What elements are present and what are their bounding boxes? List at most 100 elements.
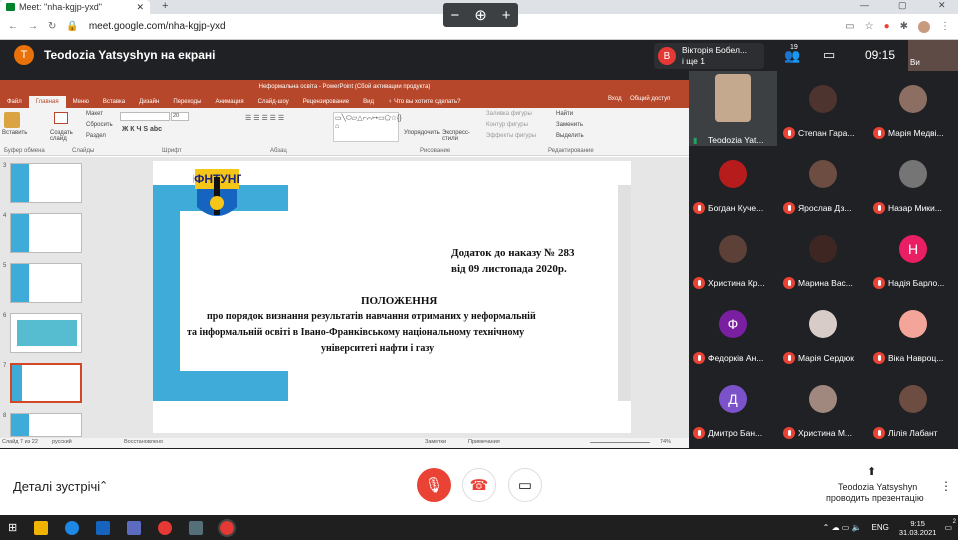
zoom-slider[interactable] — [590, 442, 650, 443]
find-button[interactable]: Найти — [556, 111, 573, 117]
edge-icon[interactable] — [65, 520, 80, 535]
participant-tile[interactable]: Лілія Лабант — [869, 371, 957, 445]
browser-tab[interactable]: Meet: "nha-kgjp-yxd" ✕ — [0, 0, 150, 14]
participant-tile[interactable]: Марина Вас... — [779, 221, 867, 295]
shape-effects-button[interactable]: Эффекты фигуры — [486, 133, 536, 139]
camera-toggle-button[interactable]: ▭ — [508, 468, 542, 502]
reload-icon[interactable]: ↻ — [48, 21, 56, 32]
participant-tile[interactable]: Богдан Куче... — [689, 146, 777, 220]
chat-icon[interactable]: ▭ — [823, 47, 835, 63]
participant-tile[interactable]: Ф Федорків Ан... — [689, 296, 777, 370]
url-field[interactable]: meet.google.com/nha-kgjp-yxd — [89, 21, 226, 32]
ppt-tab[interactable]: Файл — [0, 96, 29, 108]
ppt-share[interactable]: Общий доступ — [630, 96, 670, 102]
language[interactable]: русский — [52, 439, 72, 445]
close-window-icon[interactable]: ✕ — [938, 0, 946, 11]
back-icon[interactable]: ← — [8, 21, 18, 32]
new-tab-icon[interactable]: + — [162, 0, 168, 12]
speaker-chip[interactable]: В Вікторія Бобел... і ще 1 — [654, 43, 764, 69]
ppt-tab[interactable]: ♀ Что вы хотите сделать? — [381, 96, 468, 108]
bold-button[interactable]: Ж К Ч S abc — [122, 126, 162, 133]
shape-fill-button[interactable]: Заливка фигуры — [486, 111, 532, 117]
participant-tile[interactable]: Марія Сердюк — [779, 296, 867, 370]
ppt-tab[interactable]: Переходы — [166, 96, 208, 108]
extension-icon[interactable]: ● — [884, 21, 890, 32]
participant-tile[interactable]: Марія Медві... — [869, 71, 957, 145]
participant-tile[interactable]: Христина М... — [779, 371, 867, 445]
self-view-tile[interactable]: Ви — [908, 40, 958, 71]
ppt-tab[interactable]: Вставка — [96, 96, 132, 108]
minimize-icon[interactable]: — — [860, 0, 869, 10]
chrome-icon[interactable] — [158, 520, 173, 535]
ppt-tab[interactable]: Дизайн — [132, 96, 166, 108]
participant-tile[interactable]: Д Дмитро Бан... — [689, 371, 777, 445]
app-icon[interactable] — [189, 520, 204, 535]
participant-tile[interactable]: Христина Кр... — [689, 221, 777, 295]
menu-icon[interactable]: ⋮ — [940, 21, 950, 32]
more-options-icon[interactable]: ⋮ — [940, 479, 952, 493]
mic-toggle-button[interactable]: 🎙 — [417, 468, 451, 502]
quick-styles-button[interactable]: Экспресс-стили — [442, 130, 472, 142]
profile-avatar[interactable] — [918, 20, 930, 33]
mail-icon[interactable] — [96, 520, 111, 535]
select-button[interactable]: Выделить — [556, 133, 584, 139]
ppt-tab[interactable]: Рецензирование — [296, 96, 356, 108]
notes-button[interactable]: Заметки — [425, 439, 446, 445]
ppt-tab[interactable]: Главная — [28, 96, 66, 108]
ppt-tab[interactable]: Слайд-шоу — [251, 96, 296, 108]
paragraph-buttons[interactable]: ☰ ☰ ☰ ☰ ☰ — [245, 114, 284, 122]
paste-icon[interactable] — [4, 112, 20, 128]
start-icon[interactable]: ⊞ — [8, 521, 17, 534]
chevron-up-icon[interactable]: ⌃ — [99, 479, 108, 492]
star-icon[interactable]: ☆ — [865, 21, 874, 32]
participant-tile[interactable]: Назар Мики... — [869, 146, 957, 220]
reset-button[interactable]: Сбросить — [86, 122, 113, 128]
ppt-signin[interactable]: Вход — [608, 96, 622, 102]
slide-thumbnail-active[interactable] — [10, 363, 82, 403]
meeting-details-button[interactable]: Деталі зустрічі — [13, 479, 100, 494]
slide-thumbnail[interactable] — [10, 263, 82, 303]
tab-close-icon[interactable]: ✕ — [136, 2, 144, 13]
slide-thumbnail[interactable] — [10, 163, 82, 203]
zoom-in-button[interactable]: + — [502, 7, 511, 24]
tray-icons[interactable]: ⌃ ☁ ▭ 🔈 — [823, 523, 862, 532]
leave-call-button[interactable]: ☎ — [462, 468, 496, 502]
participant-tile[interactable]: Ярослав Дз... — [779, 146, 867, 220]
clock[interactable]: 9:15 31.03.2021 — [899, 519, 937, 537]
new-slide-icon[interactable] — [54, 112, 68, 124]
slide-thumbnail[interactable] — [10, 413, 82, 437]
participant-tile[interactable]: Віка Навроц... — [869, 296, 957, 370]
zoom-level[interactable]: 74% — [660, 439, 671, 445]
ppt-tab[interactable]: Анимация — [208, 96, 250, 108]
current-slide[interactable]: ІФНТУНГ Додаток до наказу № 283 від 09 л… — [153, 161, 631, 433]
store-icon[interactable] — [127, 520, 142, 535]
participant-tile[interactable]: Н Надія Барло... — [869, 221, 957, 295]
participant-tile[interactable]: Степан Гара... — [779, 71, 867, 145]
puzzle-icon[interactable]: ✱ — [900, 21, 908, 32]
shapes-gallery[interactable]: ▭╲⬭▱△⌐⌒↦▭⬠☆{}⌂ — [333, 112, 402, 142]
slide-thumbnail[interactable] — [10, 313, 82, 353]
participant-tile[interactable]: ▮ Teodozia Yat... — [689, 71, 777, 151]
paste-button[interactable]: Вставить — [2, 130, 27, 136]
replace-button[interactable]: Заменить — [556, 122, 583, 128]
zoom-out-button[interactable]: − — [450, 7, 459, 24]
forward-icon[interactable]: → — [28, 21, 38, 32]
explorer-icon[interactable] — [34, 520, 49, 535]
camera-permission-icon[interactable]: ▭ — [845, 21, 854, 32]
arrange-button[interactable]: Упорядочить — [404, 130, 440, 136]
comments-button[interactable]: Примечания — [468, 439, 500, 445]
section-button[interactable]: Раздел — [86, 133, 106, 139]
ppt-tab[interactable]: Меню — [66, 96, 96, 108]
shape-outline-button[interactable]: Контур фигуры — [486, 122, 528, 128]
chrome-active-icon[interactable] — [218, 518, 237, 537]
participant-name: Дмитро Бан... — [708, 428, 763, 438]
new-slide-button[interactable]: Создать слайд — [50, 130, 74, 142]
input-language[interactable]: ENG — [872, 523, 889, 532]
font-size-select[interactable]: 20 — [171, 112, 189, 121]
maximize-icon[interactable]: ▢ — [898, 0, 907, 11]
ppt-tab[interactable]: Вид — [356, 96, 381, 108]
layout-button[interactable]: Макет — [86, 111, 103, 117]
font-name-select[interactable] — [120, 112, 170, 121]
slide-thumbnail[interactable] — [10, 213, 82, 253]
notifications-icon[interactable]: ▭ 2 — [944, 519, 956, 532]
